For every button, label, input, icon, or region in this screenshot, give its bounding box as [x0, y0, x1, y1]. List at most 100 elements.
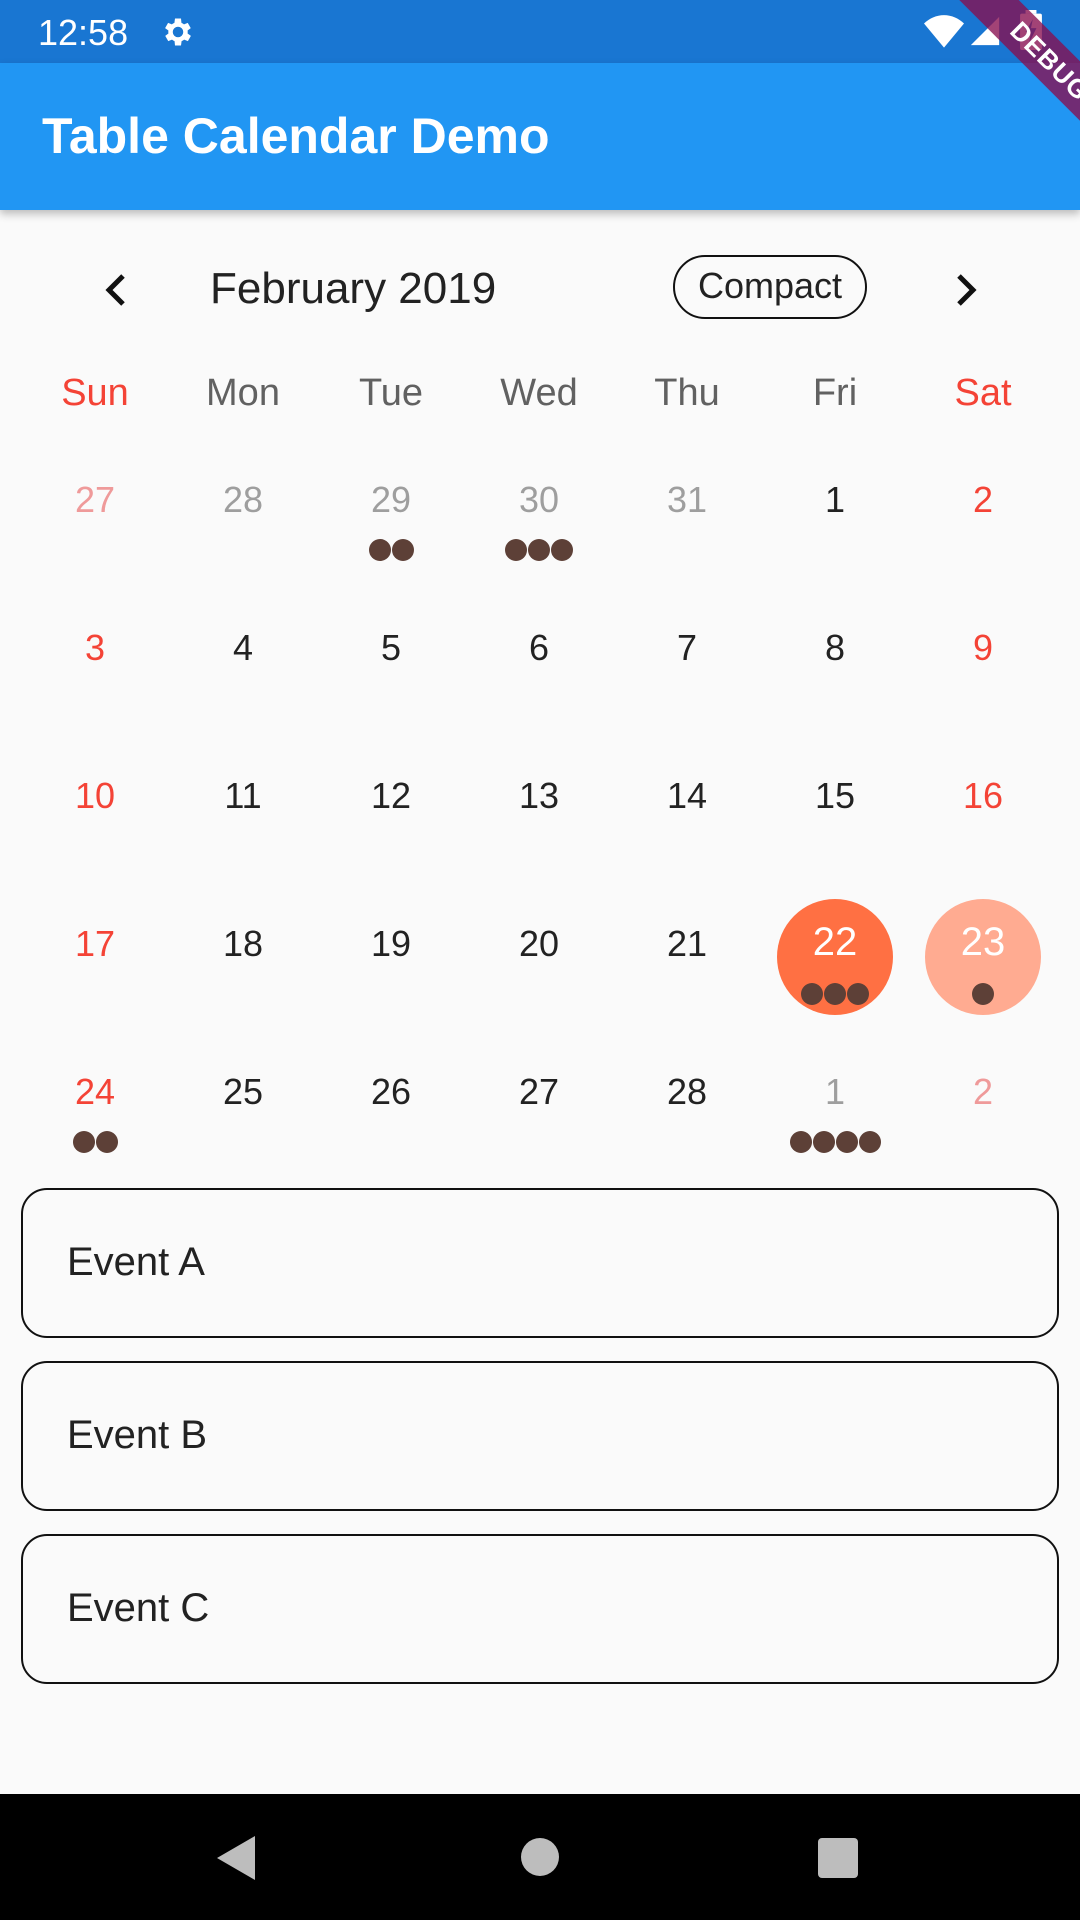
day-cell[interactable]: 26	[317, 1032, 465, 1180]
system-nav-bar	[0, 1794, 1080, 1920]
day-number: 27	[518, 1071, 560, 1112]
event-marker-dot	[812, 1131, 835, 1153]
event-card[interactable]: Event B	[21, 1361, 1059, 1511]
format-toggle-button[interactable]: Compact	[673, 255, 867, 319]
day-number: 27	[74, 479, 116, 520]
day-number: 8	[824, 627, 846, 668]
day-number: 6	[528, 627, 550, 668]
day-number: 3	[84, 627, 106, 668]
day-cell[interactable]: 28	[613, 1032, 761, 1180]
day-number: 10	[74, 775, 116, 816]
day-number: 28	[222, 479, 264, 520]
day-cell[interactable]: 11	[169, 736, 317, 884]
day-cell[interactable]: 24	[21, 1032, 169, 1180]
day-number: 19	[370, 923, 412, 964]
day-cell[interactable]: 29	[317, 440, 465, 588]
day-number: 15	[814, 775, 856, 816]
wifi-icon	[924, 15, 964, 48]
day-cell[interactable]: 7	[613, 588, 761, 736]
app-bar: Table Calendar Demo	[0, 63, 1080, 210]
day-cell[interactable]: 9	[909, 588, 1057, 736]
signal-icon	[970, 16, 1000, 46]
day-cell[interactable]: 14	[613, 736, 761, 884]
day-of-week-label: Fri	[812, 372, 858, 414]
event-label: Event A	[67, 1240, 205, 1284]
days-of-week-row: Sun Mon Tue Wed Thu Fri Sat	[0, 372, 1080, 432]
day-number: 17	[74, 923, 116, 964]
day-cell[interactable]: 27	[465, 1032, 613, 1180]
day-cell[interactable]: 6	[465, 588, 613, 736]
chevron-right-icon	[957, 274, 977, 306]
event-markers	[21, 1131, 169, 1153]
day-of-week-label: Tue	[358, 372, 424, 414]
day-cell[interactable]: 20	[465, 884, 613, 1032]
day-cell[interactable]: 19	[317, 884, 465, 1032]
event-marker-dot	[847, 983, 869, 1005]
day-number: 7	[676, 627, 698, 668]
day-cell[interactable]: 8	[761, 588, 909, 736]
recents-icon[interactable]	[818, 1838, 858, 1878]
event-marker-dot	[528, 539, 550, 561]
day-number: 20	[518, 923, 560, 964]
event-marker-dot	[72, 1131, 95, 1153]
day-cell[interactable]: 3	[21, 588, 169, 736]
day-number: 2	[972, 479, 994, 520]
event-marker-dot	[972, 983, 994, 1005]
day-cell[interactable]: 16	[909, 736, 1057, 884]
status-bar: 12:58	[0, 0, 1080, 63]
day-number: 1	[824, 479, 846, 520]
day-cell[interactable]: 15	[761, 736, 909, 884]
day-number: 24	[74, 1071, 116, 1112]
event-label: Event C	[67, 1586, 210, 1630]
day-cell[interactable]: 2	[909, 1032, 1057, 1180]
day-number: 30	[518, 479, 560, 520]
day-cell[interactable]: 10	[21, 736, 169, 884]
day-cell-today[interactable]: 23	[909, 884, 1057, 1032]
day-number: 28	[666, 1071, 708, 1112]
day-number: 5	[380, 627, 402, 668]
day-cell[interactable]: 28	[169, 440, 317, 588]
day-cell-selected[interactable]: 22	[761, 884, 909, 1032]
next-month-button[interactable]	[938, 262, 994, 318]
day-cell[interactable]: 13	[465, 736, 613, 884]
event-marker-dot	[95, 1131, 118, 1153]
event-marker-dot	[368, 539, 391, 561]
day-cell[interactable]: 12	[317, 736, 465, 884]
day-cell[interactable]: 5	[317, 588, 465, 736]
chevron-left-icon	[105, 274, 125, 306]
day-cell[interactable]: 18	[169, 884, 317, 1032]
day-cell[interactable]: 31	[613, 440, 761, 588]
previous-month-button[interactable]	[88, 262, 144, 318]
day-number: 11	[224, 775, 262, 816]
back-icon[interactable]	[215, 1834, 259, 1882]
event-card[interactable]: Event A	[21, 1188, 1059, 1338]
day-number: 14	[666, 775, 708, 816]
day-cell[interactable]: 4	[169, 588, 317, 736]
event-markers	[761, 1131, 909, 1153]
day-number: 9	[972, 627, 994, 668]
day-cell[interactable]: 30	[465, 440, 613, 588]
day-number: 23	[960, 920, 1006, 964]
day-number: 16	[962, 775, 1004, 816]
day-cell[interactable]: 25	[169, 1032, 317, 1180]
day-cell[interactable]: 21	[613, 884, 761, 1032]
event-marker-dot	[789, 1131, 812, 1153]
event-marker-dot	[835, 1131, 858, 1153]
calendar-header: February 2019 Compact	[0, 240, 1080, 340]
event-label: Event B	[67, 1413, 208, 1457]
day-number: 22	[812, 920, 858, 964]
event-card[interactable]: Event C	[21, 1534, 1059, 1684]
battery-charging-icon	[1020, 10, 1042, 50]
home-icon[interactable]	[521, 1838, 559, 1876]
event-marker-dot	[801, 983, 823, 1005]
event-marker-dot	[824, 983, 846, 1005]
event-marker-dot	[505, 539, 527, 561]
day-cell[interactable]: 17	[21, 884, 169, 1032]
day-cell[interactable]: 27	[21, 440, 169, 588]
day-cell[interactable]: 1	[761, 440, 909, 588]
gear-icon	[165, 18, 191, 46]
day-cell[interactable]: 2	[909, 440, 1057, 588]
day-number: 2	[972, 1071, 994, 1112]
day-of-week-label: Sun	[61, 372, 129, 414]
day-cell[interactable]: 1	[761, 1032, 909, 1180]
